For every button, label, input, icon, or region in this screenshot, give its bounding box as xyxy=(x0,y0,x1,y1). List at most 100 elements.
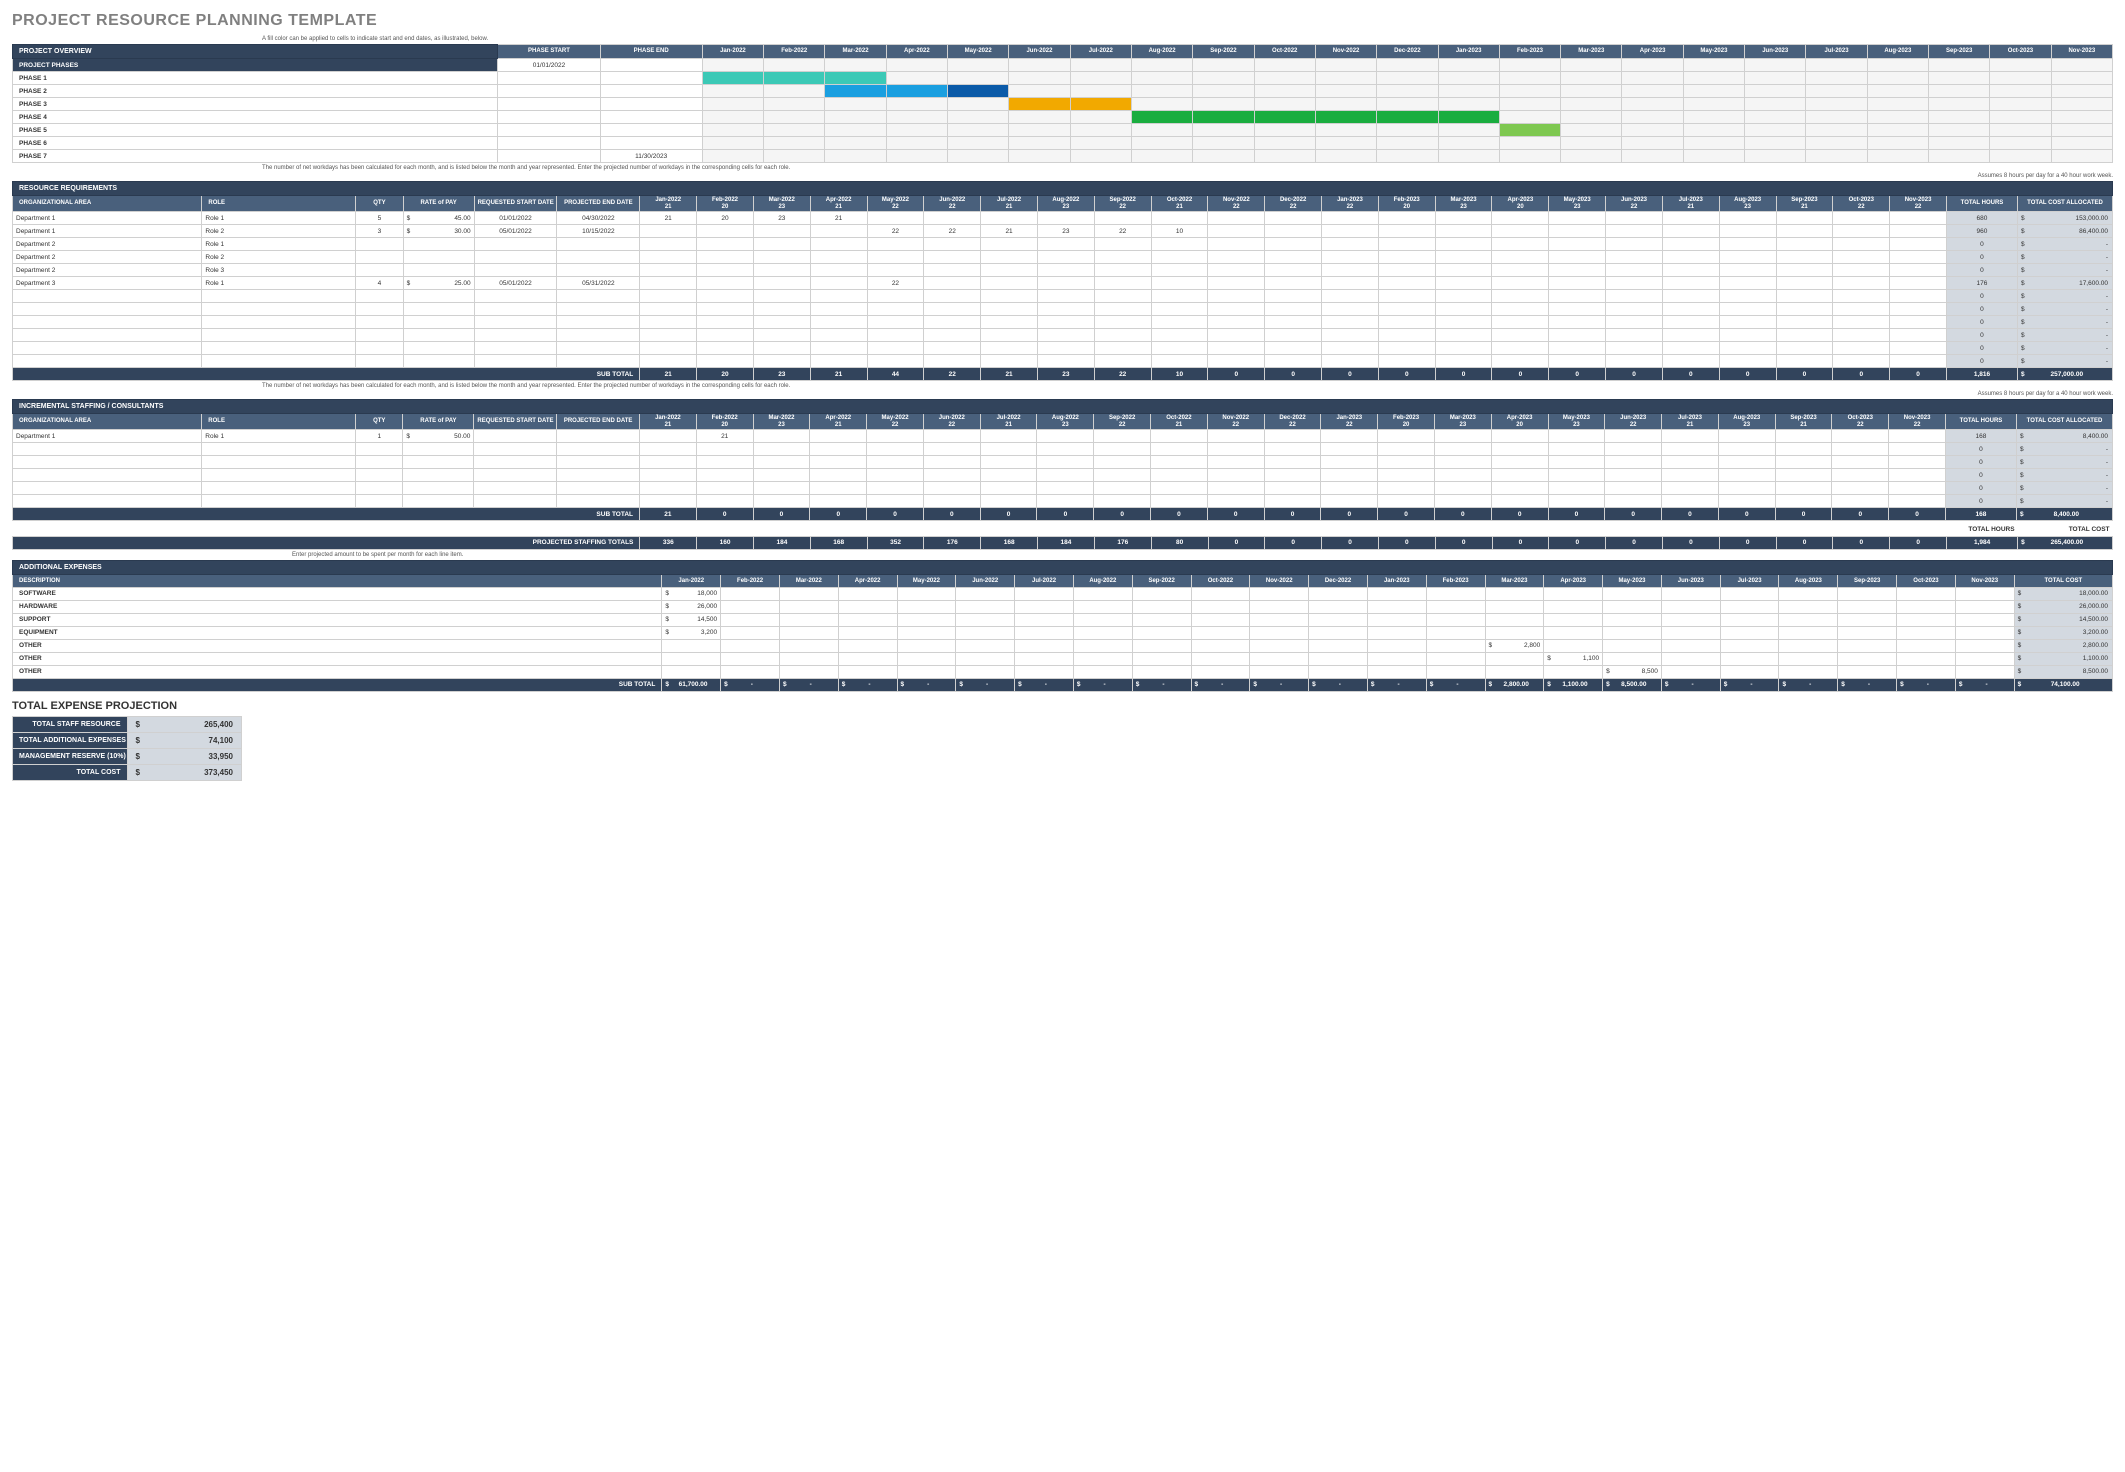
expense-month-cell[interactable] xyxy=(1426,665,1485,678)
month-value-cell[interactable] xyxy=(1322,251,1379,264)
gantt-cell[interactable] xyxy=(886,124,947,137)
month-value-cell[interactable] xyxy=(1265,212,1322,225)
gantt-cell[interactable] xyxy=(1622,59,1683,72)
gantt-cell[interactable] xyxy=(1438,72,1499,85)
expense-month-cell[interactable] xyxy=(1426,600,1485,613)
month-value-cell[interactable] xyxy=(1719,277,1776,290)
gantt-cell[interactable] xyxy=(1622,150,1683,163)
expense-month-cell[interactable] xyxy=(1779,613,1838,626)
gantt-cell[interactable] xyxy=(1438,98,1499,111)
start-date-cell[interactable] xyxy=(474,238,557,251)
gantt-cell[interactable] xyxy=(948,124,1009,137)
expense-month-cell[interactable] xyxy=(1720,587,1779,600)
month-value-cell[interactable] xyxy=(1776,355,1833,368)
month-value-cell[interactable] xyxy=(697,225,754,238)
expense-month-cell[interactable] xyxy=(1544,600,1603,613)
month-value-cell[interactable] xyxy=(1548,456,1605,469)
gantt-cell[interactable] xyxy=(1929,72,1990,85)
expense-month-cell[interactable]: $26,000 xyxy=(662,600,721,613)
gantt-cell[interactable] xyxy=(1745,59,1806,72)
expense-desc[interactable]: SUPPORT xyxy=(13,613,662,626)
month-value-cell[interactable] xyxy=(1776,212,1833,225)
rate-cell[interactable] xyxy=(403,495,474,508)
gantt-cell[interactable] xyxy=(1377,124,1438,137)
gantt-cell[interactable] xyxy=(886,137,947,150)
gantt-cell[interactable] xyxy=(1745,85,1806,98)
expense-month-cell[interactable] xyxy=(1897,652,1956,665)
org-area-cell[interactable]: Department 2 xyxy=(13,251,202,264)
expense-month-cell[interactable] xyxy=(1309,639,1368,652)
month-value-cell[interactable] xyxy=(810,456,867,469)
org-area-cell[interactable] xyxy=(13,482,202,495)
gantt-cell[interactable] xyxy=(702,85,763,98)
month-value-cell[interactable] xyxy=(1549,316,1606,329)
org-area-cell[interactable] xyxy=(13,329,202,342)
month-value-cell[interactable] xyxy=(1606,355,1663,368)
expense-month-cell[interactable] xyxy=(1897,665,1956,678)
gantt-cell[interactable] xyxy=(1254,137,1315,150)
expense-month-cell[interactable] xyxy=(956,600,1015,613)
rate-cell[interactable] xyxy=(403,443,474,456)
gantt-cell[interactable] xyxy=(764,59,825,72)
month-value-cell[interactable] xyxy=(1491,456,1548,469)
gantt-cell[interactable] xyxy=(886,85,947,98)
month-value-cell[interactable] xyxy=(1094,482,1151,495)
gantt-cell[interactable] xyxy=(1070,72,1131,85)
expense-month-cell[interactable] xyxy=(1661,587,1720,600)
month-value-cell[interactable] xyxy=(1264,443,1321,456)
month-value-cell[interactable] xyxy=(753,430,810,443)
month-value-cell[interactable] xyxy=(1718,469,1775,482)
gantt-cell[interactable] xyxy=(1867,111,1928,124)
month-value-cell[interactable] xyxy=(1662,355,1719,368)
role-cell[interactable]: Role 1 xyxy=(202,277,356,290)
month-value-cell[interactable] xyxy=(810,251,867,264)
gantt-cell[interactable] xyxy=(702,111,763,124)
month-value-cell[interactable] xyxy=(1208,225,1265,238)
gantt-cell[interactable] xyxy=(1806,98,1867,111)
month-value-cell[interactable] xyxy=(1719,238,1776,251)
phase-start-cell[interactable] xyxy=(498,150,600,163)
month-value-cell[interactable] xyxy=(1775,469,1832,482)
expense-month-cell[interactable] xyxy=(779,652,838,665)
expense-month-cell[interactable] xyxy=(779,626,838,639)
month-value-cell[interactable] xyxy=(1549,290,1606,303)
gantt-cell[interactable] xyxy=(1929,59,1990,72)
expense-month-cell[interactable] xyxy=(1367,613,1426,626)
month-value-cell[interactable] xyxy=(1718,430,1775,443)
end-date-cell[interactable] xyxy=(557,316,640,329)
month-value-cell[interactable] xyxy=(867,355,924,368)
month-value-cell[interactable] xyxy=(1492,342,1549,355)
month-value-cell[interactable] xyxy=(1605,469,1662,482)
end-date-cell[interactable]: 10/15/2022 xyxy=(557,225,640,238)
month-value-cell[interactable] xyxy=(924,316,981,329)
month-value-cell[interactable] xyxy=(1549,303,1606,316)
expense-month-cell[interactable] xyxy=(1367,587,1426,600)
month-value-cell[interactable] xyxy=(1606,212,1663,225)
rate-cell[interactable]: $45.00 xyxy=(403,212,474,225)
month-value-cell[interactable] xyxy=(923,430,980,443)
month-value-cell[interactable] xyxy=(1832,443,1889,456)
gantt-cell[interactable] xyxy=(1070,137,1131,150)
gantt-cell[interactable] xyxy=(2051,111,2112,124)
expense-month-cell[interactable] xyxy=(721,626,780,639)
month-value-cell[interactable] xyxy=(1549,212,1606,225)
expense-month-cell[interactable] xyxy=(1779,626,1838,639)
end-date-cell[interactable] xyxy=(557,238,640,251)
expense-month-cell[interactable] xyxy=(1485,600,1544,613)
gantt-cell[interactable] xyxy=(1806,137,1867,150)
org-area-cell[interactable] xyxy=(13,355,202,368)
month-value-cell[interactable] xyxy=(1264,469,1321,482)
expense-month-cell[interactable] xyxy=(1073,600,1132,613)
gantt-cell[interactable] xyxy=(1990,124,2051,137)
month-value-cell[interactable] xyxy=(1776,277,1833,290)
month-value-cell[interactable] xyxy=(640,316,697,329)
month-value-cell[interactable] xyxy=(1890,238,1947,251)
month-value-cell[interactable] xyxy=(640,456,697,469)
start-date-cell[interactable] xyxy=(474,290,557,303)
month-value-cell[interactable] xyxy=(1605,495,1662,508)
month-value-cell[interactable] xyxy=(981,238,1038,251)
end-date-cell[interactable] xyxy=(557,342,640,355)
qty-cell[interactable] xyxy=(356,443,403,456)
rate-cell[interactable] xyxy=(403,329,474,342)
expense-month-cell[interactable] xyxy=(1661,600,1720,613)
